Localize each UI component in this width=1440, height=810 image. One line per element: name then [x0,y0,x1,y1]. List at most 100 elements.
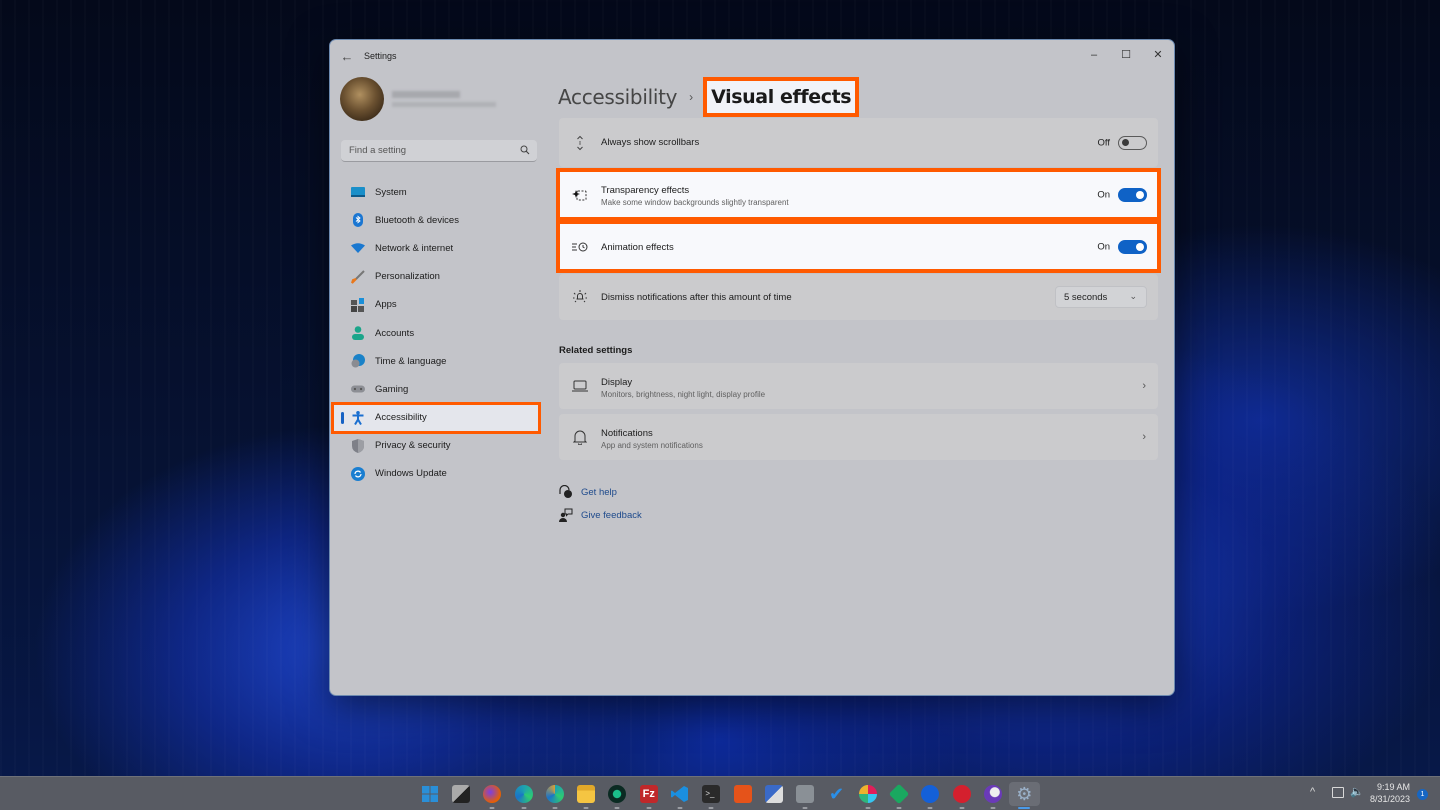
volume-icon[interactable]: 🔈 [1350,785,1364,798]
sidebar-nav: System Bluetooth & devices Network & int… [330,178,541,488]
active-indicator [341,411,344,424]
get-help-link[interactable]: Get help [559,484,617,500]
taskbar-edge[interactable] [508,782,539,809]
sidebar-item-label: Accessibility [375,412,427,424]
settings-window: ← Settings – ☐ ✕ System Bluetooth & devi… [329,39,1175,696]
sidebar-item-label: System [375,186,407,198]
network-icon[interactable] [1332,787,1344,798]
bell-icon [572,429,588,445]
related-title: Notifications [601,428,653,439]
dropdown-value: 5 seconds [1064,292,1108,303]
back-button[interactable]: ← [338,48,356,66]
feedback-icon [559,508,573,522]
taskbar-settings[interactable]: ⚙ [1008,782,1040,809]
folder-icon [577,785,596,803]
user-profile[interactable] [340,77,508,123]
sidebar-item-label: Apps [375,299,397,311]
sidebar-item-privacy-security[interactable]: Privacy & security [333,432,537,460]
animation-toggle[interactable] [1118,239,1147,254]
chevron-up-icon[interactable]: ^ [1310,786,1315,798]
slack-icon [858,785,877,803]
taskbar-filezilla[interactable]: Fz [633,782,664,809]
sidebar-item-system[interactable]: System [333,178,537,206]
setting-transparency-effects: Transparency effects Make some window ba… [556,168,1161,221]
breadcrumb-parent[interactable]: Accessibility [558,85,677,109]
sidebar-item-windows-update[interactable]: Windows Update [333,460,537,488]
taskbar-task-view[interactable] [445,782,476,806]
taskbar-paint[interactable] [758,782,789,806]
sidebar-item-time-language[interactable]: Time & language [333,347,537,375]
shield-icon [351,438,365,453]
link-label: Get help [581,486,617,498]
toggle-knob [1136,242,1144,251]
taskbar-calculator[interactable] [790,782,821,809]
app-title: Settings [364,51,397,61]
taskbar-firefox[interactable] [477,782,508,809]
creative-cloud-icon [952,785,971,803]
toggle-knob [1136,190,1144,199]
clock-date: 8/31/2023 [1369,794,1410,804]
toggle-state-label: On [1097,241,1110,252]
taskbar-tor-browser[interactable] [977,782,1008,809]
taskbar-apps: Fz >_ ✔ ⚙ [414,782,1040,809]
clock-time: 9:19 AM [1376,782,1410,792]
sidebar-item-bluetooth[interactable]: Bluetooth & devices [333,206,537,234]
sidebar-item-label: Time & language [375,355,447,367]
gear-icon: ⚙ [1016,783,1033,804]
sidebar-item-apps[interactable]: Apps [333,291,537,319]
sidebar-item-network[interactable]: Network & internet [333,234,537,262]
edge-icon [514,785,533,803]
link-label: Give feedback [581,509,642,521]
start-button[interactable] [414,782,445,806]
taskbar-file-explorer[interactable] [570,782,601,809]
setting-title: Animation effects [601,242,674,253]
clock[interactable]: 9:19 AM 8/31/2023 [1370,781,1410,805]
help-icon [559,485,573,499]
related-settings-heading: Related settings [559,345,633,356]
globe-clock-icon [351,354,365,368]
taskbar-vscode[interactable] [664,782,695,809]
update-icon [351,466,365,481]
setting-animation-effects: Animation effects On [556,220,1161,273]
taskbar: Fz >_ ✔ ⚙ ^ 🔈 9:19 AM 8/31/2023 1 [0,776,1440,810]
taskbar-app-green[interactable] [883,782,914,809]
taskbar-gitkraken[interactable] [602,782,633,809]
setting-subtitle: Make some window backgrounds slightly tr… [601,198,789,207]
taskbar-edge-beta[interactable] [539,782,570,809]
filezilla-icon: Fz [639,785,658,803]
search-input[interactable] [341,140,537,161]
breadcrumb-separator-icon: › [689,90,694,104]
scrollbars-toggle[interactable] [1118,135,1147,150]
ubuntu-icon [733,785,752,803]
windows-logo-icon [421,786,438,802]
taskbar-ubuntu[interactable] [727,782,758,806]
sidebar-item-personalization[interactable]: Personalization [333,263,537,291]
search-icon[interactable] [520,145,530,155]
paint-icon [764,785,783,803]
minimize-button[interactable]: – [1078,42,1110,68]
taskbar-todo[interactable]: ✔ [821,782,852,806]
related-notifications[interactable]: Notifications App and system notificatio… [559,414,1158,460]
animation-icon [572,239,588,255]
taskbar-creative-cloud[interactable] [946,782,977,809]
maximize-button[interactable]: ☐ [1110,42,1142,68]
related-display[interactable]: Display Monitors, brightness, night ligh… [559,363,1158,409]
taskbar-slack[interactable] [852,782,883,809]
related-subtitle: Monitors, brightness, night light, displ… [601,390,766,399]
setting-dismiss-notifications: Dismiss notifications after this amount … [559,274,1158,320]
dismiss-duration-dropdown[interactable]: 5 seconds ⌄ [1055,286,1147,308]
notification-badge[interactable]: 1 [1417,789,1428,800]
taskbar-terminal[interactable]: >_ [696,782,727,809]
sidebar-item-gaming[interactable]: Gaming [333,375,537,403]
sidebar-item-label: Privacy & security [375,440,451,452]
transparency-toggle[interactable] [1118,187,1147,202]
firefox-icon [483,785,502,803]
system-icon [351,185,365,199]
give-feedback-link[interactable]: Give feedback [559,507,642,523]
sidebar-item-accessibility[interactable]: Accessibility [331,401,541,434]
sidebar-item-accounts[interactable]: Accounts [333,319,537,347]
close-button[interactable]: ✕ [1142,42,1174,68]
chevron-down-icon: ⌄ [1129,291,1137,301]
taskbar-zoom[interactable] [915,782,946,809]
checkmark-icon: ✔ [828,783,845,804]
